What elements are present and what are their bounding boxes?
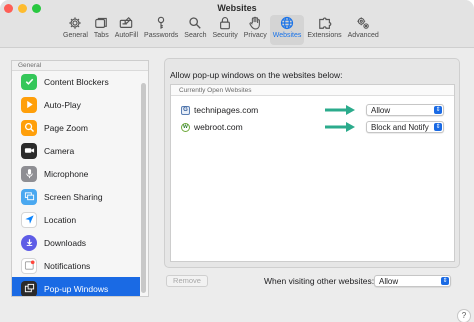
annotation-arrow-icon <box>325 105 355 115</box>
webroot-favicon-icon: w <box>181 122 190 132</box>
annotation-arrow-icon <box>325 122 355 132</box>
site-setting-select[interactable]: Allow ⇕ <box>366 104 444 116</box>
gears-icon <box>357 17 369 29</box>
chevron-updown-icon: ⇕ <box>434 123 442 131</box>
tab-label: Security <box>212 32 238 39</box>
other-websites-select[interactable]: Allow ⇕ <box>374 275 451 287</box>
location-icon <box>21 211 37 228</box>
sidebar-item-label: Notifications <box>44 260 91 271</box>
select-value: Allow <box>379 276 399 286</box>
search-icon <box>189 17 202 29</box>
sidebar-item-pop-up-windows[interactable]: Pop-up Windows <box>12 277 140 296</box>
site-cell: G technipages.com <box>181 105 258 115</box>
tab-search[interactable]: Search <box>181 15 209 45</box>
site-name: webroot.com <box>194 122 243 132</box>
sidebar-item-label: Screen Sharing <box>44 191 103 202</box>
globe-icon <box>280 16 294 30</box>
tab-label: AutoFill <box>114 32 139 39</box>
tab-label: General <box>63 32 88 39</box>
technipages-favicon-icon: G <box>181 105 190 115</box>
tab-autofill[interactable]: AutoFill <box>112 15 141 45</box>
sidebar-item-page-zoom[interactable]: Page Zoom <box>12 116 140 139</box>
tab-general[interactable]: General <box>60 15 91 45</box>
tab-tabs[interactable]: Tabs <box>91 15 112 45</box>
title-bar: Websites General Tabs AutoFill Passwords… <box>0 0 474 48</box>
tab-label: Websites <box>272 32 302 39</box>
panel-heading: Allow pop-up windows on the websites bel… <box>170 70 343 80</box>
site-cell: w webroot.com <box>181 122 243 132</box>
tab-security[interactable]: Security <box>209 15 240 45</box>
tab-label: Tabs <box>93 32 109 39</box>
camera-icon <box>21 142 37 159</box>
remove-button[interactable]: Remove <box>166 275 208 287</box>
screen-sharing-icon <box>21 188 37 205</box>
tab-websites[interactable]: Websites <box>269 15 305 45</box>
preferences-toolbar: General Tabs AutoFill Passwords Search S… <box>60 15 382 45</box>
table-row[interactable]: w webroot.com Block and Notify ⇕ <box>171 119 456 135</box>
sidebar-item-location[interactable]: Location <box>12 208 140 231</box>
autofill-icon <box>120 16 133 28</box>
popup-windows-icon <box>21 280 37 296</box>
preferences-window: Websites General Tabs AutoFill Passwords… <box>0 0 474 322</box>
sidebar-item-label: Location <box>44 214 77 225</box>
sidebar-item-label: Camera <box>44 145 75 156</box>
hand-icon <box>249 16 261 30</box>
site-name: technipages.com <box>194 105 259 115</box>
sidebar-item-microphone[interactable]: Microphone <box>12 162 140 185</box>
play-icon <box>21 96 37 113</box>
tab-label: Extensions <box>307 32 342 39</box>
sidebar-item-notifications[interactable]: Notifications <box>12 254 140 277</box>
gear-icon <box>69 17 82 29</box>
sidebar-item-label: Pop-up Windows <box>44 283 109 294</box>
key-icon <box>157 16 165 29</box>
tab-label: Privacy <box>243 32 267 39</box>
zoom-icon <box>21 119 37 136</box>
sidebar-scrollbar[interactable] <box>141 83 146 293</box>
tab-advanced[interactable]: Advanced <box>345 15 382 45</box>
help-button[interactable]: ? <box>457 309 471 322</box>
sidebar-item-label: Downloads <box>44 237 87 248</box>
lock-icon <box>220 17 231 30</box>
extensions-icon <box>318 17 331 29</box>
tab-label: Search <box>184 32 207 39</box>
websites-table: Currently Open Websites G technipages.co… <box>170 84 455 262</box>
downloads-icon <box>21 234 37 251</box>
sidebar-item-label: Auto-Play <box>44 99 81 110</box>
chevron-updown-icon: ⇕ <box>441 277 449 285</box>
site-setting-select[interactable]: Block and Notify ⇕ <box>366 121 444 133</box>
websites-settings-panel: Allow pop-up windows on the websites bel… <box>164 58 460 268</box>
microphone-icon <box>21 165 37 182</box>
sidebar-item-screen-sharing[interactable]: Screen Sharing <box>12 185 140 208</box>
window-title: Websites <box>217 3 257 13</box>
tab-label: Advanced <box>347 32 379 39</box>
select-value: Block and Notify <box>371 122 429 132</box>
sidebar-item-label: Microphone <box>44 168 89 179</box>
tab-label: Passwords <box>144 32 179 39</box>
sidebar-item-label: Content Blockers <box>44 76 109 87</box>
notifications-icon <box>21 257 37 274</box>
sidebar-list: Content Blockers Auto-Play Page Zoom Cam… <box>12 70 140 296</box>
sidebar-item-camera[interactable]: Camera <box>12 139 140 162</box>
select-value: Allow <box>371 105 391 115</box>
tab-passwords[interactable]: Passwords <box>141 15 181 45</box>
sidebar: General Content Blockers Auto-Play Page … <box>11 60 149 297</box>
table-section-header: Currently Open Websites <box>171 85 454 96</box>
content-blockers-icon <box>21 73 37 90</box>
sidebar-item-downloads[interactable]: Downloads <box>12 231 140 254</box>
sidebar-item-auto-play[interactable]: Auto-Play <box>12 93 140 116</box>
other-websites-label: When visiting other websites: <box>264 276 375 286</box>
table-row[interactable]: G technipages.com Allow ⇕ <box>171 102 456 118</box>
sidebar-item-label: Page Zoom <box>44 122 88 133</box>
chevron-updown-icon: ⇕ <box>434 106 442 114</box>
tab-extensions[interactable]: Extensions <box>304 15 344 45</box>
tabs-icon <box>95 17 108 28</box>
sidebar-item-content-blockers[interactable]: Content Blockers <box>12 70 140 93</box>
tab-privacy[interactable]: Privacy <box>241 15 270 45</box>
